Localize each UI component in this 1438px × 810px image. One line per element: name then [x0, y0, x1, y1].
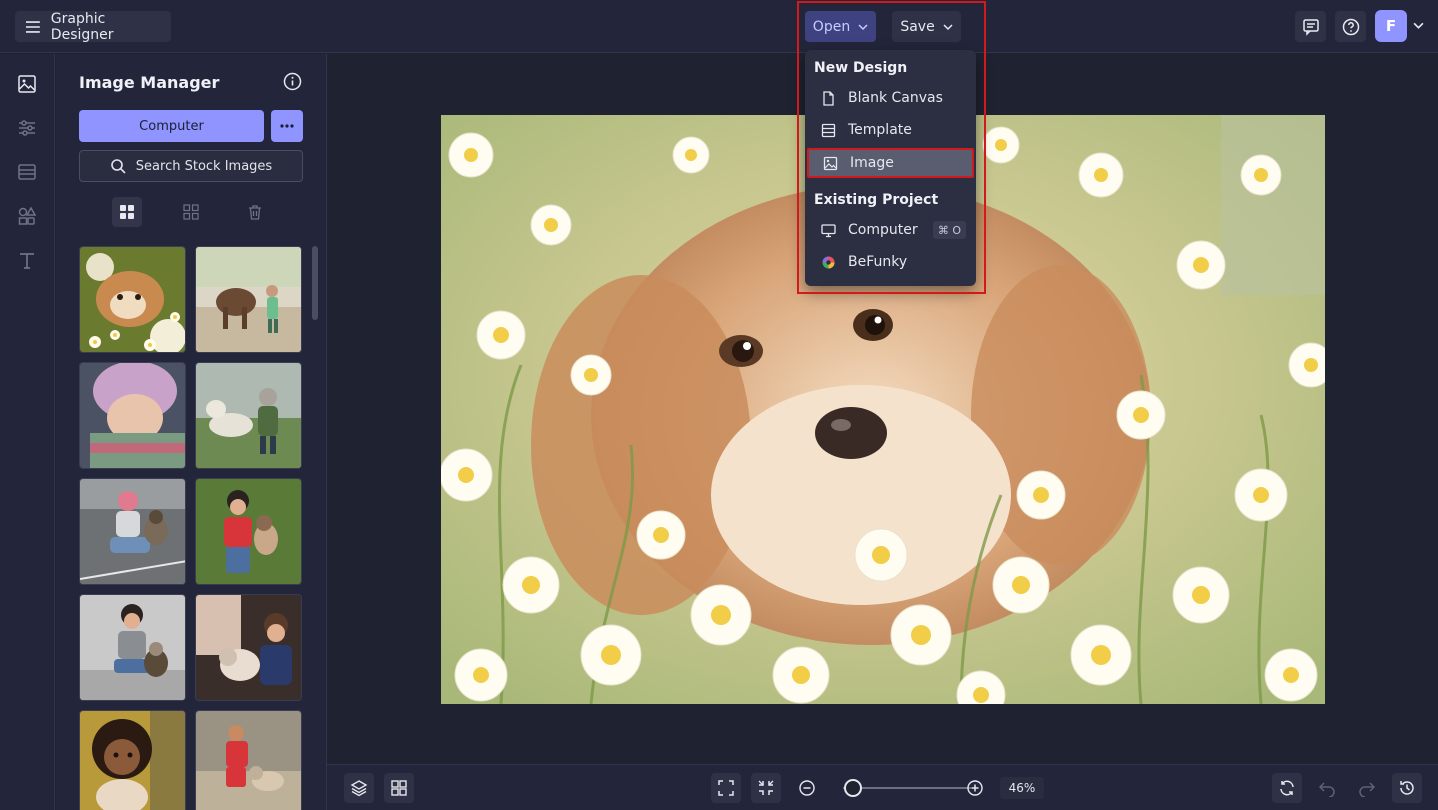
thumbnail[interactable] — [195, 362, 302, 469]
graphics-icon[interactable] — [17, 206, 37, 226]
zoom-value[interactable]: 46% — [1000, 777, 1044, 799]
layouts-icon[interactable] — [17, 162, 37, 182]
existing-project-heading: Existing Project — [814, 192, 939, 208]
thumbnail[interactable] — [79, 246, 186, 353]
menu-item-label: BeFunky — [848, 254, 908, 270]
thumbnail[interactable] — [195, 710, 302, 810]
menu-item-label: Template — [848, 122, 912, 138]
open-label: Open — [812, 18, 851, 35]
thumbnail[interactable] — [79, 362, 186, 469]
bottom-toolbar: 46% — [327, 764, 1438, 810]
template-icon — [821, 123, 836, 137]
menu-item-label: Computer — [848, 222, 918, 238]
tool-rail — [0, 54, 55, 810]
app-menu-button[interactable]: Graphic Designer — [15, 10, 171, 43]
image-icon — [823, 156, 838, 170]
adjust-icon[interactable] — [17, 118, 37, 138]
redo-icon — [1359, 782, 1376, 797]
thumbnail[interactable] — [79, 710, 186, 810]
zoom-out-icon — [799, 780, 815, 796]
thumbnail[interactable] — [195, 594, 302, 701]
fit-to-screen-button[interactable] — [711, 773, 741, 803]
layers-icon — [350, 780, 368, 797]
menu-item-image[interactable]: Image — [807, 148, 974, 178]
refresh-button[interactable] — [1272, 773, 1302, 803]
comment-icon — [1302, 18, 1319, 36]
image-manager-panel: Image Manager Computer Search Stock Imag… — [56, 54, 327, 810]
monitor-icon — [821, 223, 836, 237]
more-options-button[interactable] — [271, 110, 303, 142]
thumbnail[interactable] — [79, 478, 186, 585]
zoom-slider-knob[interactable] — [844, 779, 863, 797]
text-icon[interactable] — [17, 250, 37, 270]
thumbnail[interactable] — [195, 478, 302, 585]
app-title: Graphic Designer — [50, 10, 114, 43]
open-button[interactable]: Open — [805, 11, 876, 42]
refresh-icon — [1280, 780, 1294, 796]
feedback-button[interactable] — [1295, 11, 1326, 42]
redo-button[interactable] — [1352, 773, 1382, 803]
grid-icon — [391, 780, 407, 796]
undo-icon — [1318, 782, 1335, 797]
grid-button[interactable] — [384, 773, 414, 803]
zoom-in-icon — [967, 780, 983, 796]
question-icon — [1342, 18, 1359, 35]
zoom-in-button[interactable] — [960, 773, 990, 803]
save-label: Save — [900, 18, 935, 35]
more-icon — [280, 124, 294, 128]
new-design-heading: New Design — [814, 60, 908, 76]
history-button[interactable] — [1392, 773, 1422, 803]
thumbnail[interactable] — [195, 246, 302, 353]
grid-small-icon — [183, 204, 199, 220]
menu-item-template[interactable]: Template — [807, 115, 974, 145]
zoom-out-button[interactable] — [792, 773, 822, 803]
search-label: Search Stock Images — [135, 158, 273, 174]
search-stock-images-button[interactable]: Search Stock Images — [79, 150, 303, 182]
actual-size-button[interactable] — [751, 773, 781, 803]
open-menu: New Design Blank Canvas Template Image E… — [805, 50, 976, 286]
image-manager-icon[interactable] — [17, 74, 37, 94]
zoom-slider-track[interactable] — [843, 787, 971, 789]
layers-button[interactable] — [344, 773, 374, 803]
panel-scrollbar[interactable] — [312, 246, 318, 320]
save-button[interactable]: Save — [892, 11, 961, 42]
collapse-icon — [758, 780, 774, 795]
chevron-down-icon — [943, 23, 953, 30]
computer-upload-button[interactable]: Computer — [79, 110, 264, 142]
document-icon — [823, 90, 834, 106]
keyboard-shortcut: ⌘ O — [932, 221, 966, 239]
large-grid-view-button[interactable] — [112, 197, 142, 227]
expand-icon — [718, 780, 734, 796]
grid-large-icon — [120, 205, 134, 219]
history-icon — [1400, 781, 1414, 795]
delete-button[interactable] — [240, 197, 270, 227]
thumbnail[interactable] — [79, 594, 186, 701]
chevron-down-icon[interactable] — [1413, 20, 1424, 31]
hamburger-icon — [25, 20, 40, 33]
menu-item-label: Blank Canvas — [848, 90, 943, 106]
top-bar: Graphic Designer Open Save F — [0, 0, 1438, 53]
search-icon — [110, 159, 126, 174]
panel-title: Image Manager — [79, 73, 220, 92]
chevron-down-icon — [858, 23, 868, 30]
befunky-logo-icon — [822, 256, 835, 268]
trash-icon — [249, 205, 261, 220]
avatar[interactable]: F — [1375, 10, 1407, 42]
menu-item-computer[interactable]: Computer ⌘ O — [807, 215, 974, 245]
menu-item-befunky[interactable]: BeFunky — [807, 247, 974, 277]
menu-item-label: Image — [850, 155, 894, 171]
undo-button[interactable] — [1312, 773, 1342, 803]
help-button[interactable] — [1335, 11, 1366, 42]
small-grid-view-button[interactable] — [176, 197, 206, 227]
menu-item-blank-canvas[interactable]: Blank Canvas — [807, 83, 974, 113]
info-icon[interactable] — [283, 72, 302, 91]
